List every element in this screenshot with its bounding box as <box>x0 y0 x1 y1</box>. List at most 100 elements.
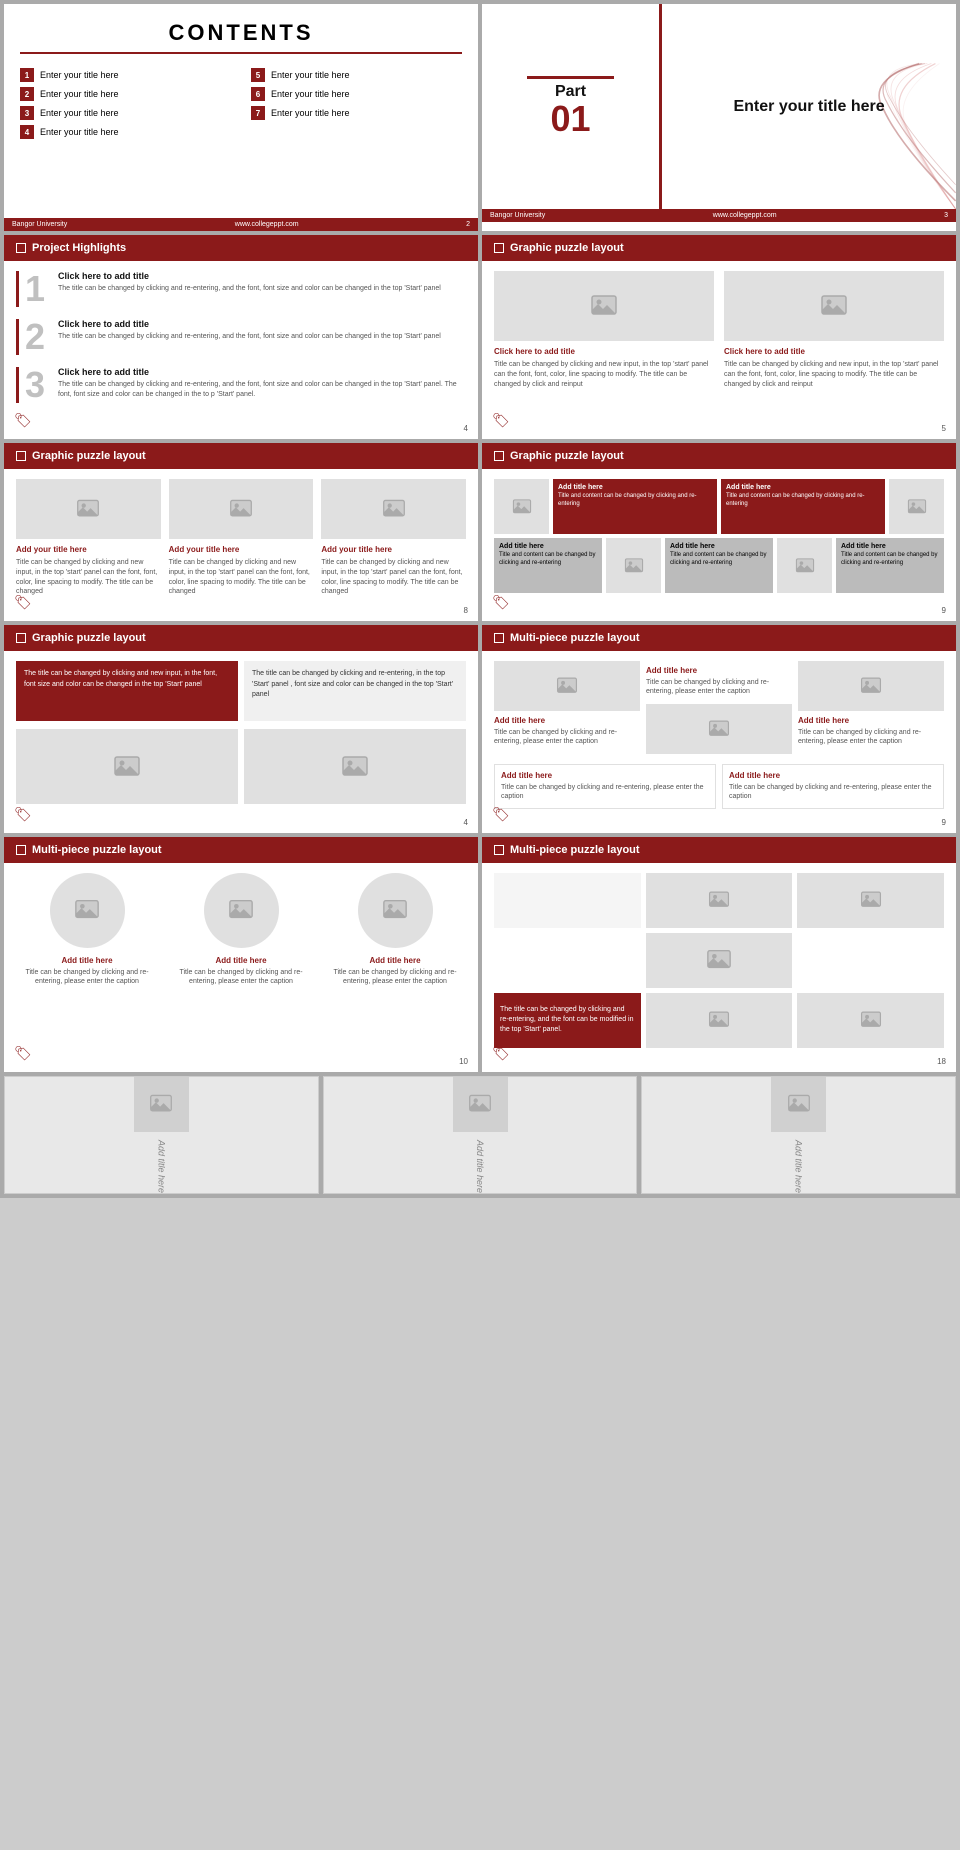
multi8-item-title-5[interactable]: Add title here <box>729 771 937 780</box>
highlight-item-desc-1: The title can be changed by clicking and… <box>58 284 466 294</box>
highlight-item-title-1[interactable]: Click here to add title <box>58 271 466 281</box>
contents-item-3[interactable]: 3 Enter your title here <box>20 106 231 120</box>
puzzle7-title[interactable]: Graphic puzzle layout <box>32 632 146 644</box>
contents-item-5[interactable]: 5 Enter your title here <box>251 68 462 82</box>
slide10-page: 18 <box>937 1057 946 1066</box>
contents-label-7[interactable]: Enter your title here <box>271 108 350 118</box>
puzzle3-item-title-3[interactable]: Add your title here <box>321 545 466 554</box>
puzzle6-img-tr[interactable] <box>889 479 944 534</box>
multi8-item-title-1[interactable]: Add title here <box>494 716 640 725</box>
puzzle6-cell-gray-2[interactable]: Add title here Title and content can be … <box>665 538 773 593</box>
multi8-item-title-2[interactable]: Add title here <box>646 666 792 675</box>
puzzle3-item-title-1[interactable]: Add your title here <box>16 545 161 554</box>
multi10-title[interactable]: Multi-piece puzzle layout <box>510 844 640 856</box>
contents-item-1[interactable]: 1 Enter your title here <box>20 68 231 82</box>
highlight-item-3[interactable]: 3 Click here to add title The title can … <box>16 367 466 403</box>
multi9-circle-3[interactable] <box>358 873 433 948</box>
tile1-img <box>134 1077 189 1132</box>
tile2-label[interactable]: Add title here <box>475 1140 485 1193</box>
multi8-item-desc-3: Title can be changed by clicking and re-… <box>798 728 944 746</box>
puzzle6-title[interactable]: Graphic puzzle layout <box>510 450 624 462</box>
contents-label-6[interactable]: Enter your title here <box>271 89 350 99</box>
puzzle6-dark-desc-2: Title and content can be changed by clic… <box>726 493 880 509</box>
puzzle6-img-bl[interactable] <box>606 538 661 593</box>
multi8-img-3[interactable] <box>798 661 944 711</box>
multi9-title[interactable]: Multi-piece puzzle layout <box>32 844 162 856</box>
multi10-img-top-1[interactable] <box>646 873 793 928</box>
puzzle7-text-dark[interactable]: The title can be changed by clicking and… <box>16 661 238 721</box>
contents-grid: 1 Enter your title here 2 Enter your tit… <box>20 68 462 144</box>
contents-num-2: 2 <box>20 87 34 101</box>
part-left-panel: Part 01 <box>482 4 662 209</box>
contents-label-1[interactable]: Enter your title here <box>40 70 119 80</box>
puzzle7-text-light[interactable]: The title can be changed by clicking and… <box>244 661 466 721</box>
puzzle6-cell-gray-3[interactable]: Add title here Title and content can be … <box>836 538 944 593</box>
puzzle2-title[interactable]: Graphic puzzle layout <box>510 242 624 254</box>
multi9-content: Add title here Title can be changed by c… <box>4 863 478 1010</box>
multi9-item-title-2[interactable]: Add title here <box>215 956 266 965</box>
tile1-label[interactable]: Add title here <box>156 1140 166 1193</box>
highlight-item-title-2[interactable]: Click here to add title <box>58 319 466 329</box>
puzzle3-item-title-2[interactable]: Add your title here <box>169 545 314 554</box>
bottom-tile-2[interactable]: Add title here <box>323 1076 638 1194</box>
multi8-content: Add title here Title can be changed by c… <box>482 651 956 832</box>
puzzle3-title[interactable]: Graphic puzzle layout <box>32 450 146 462</box>
multi9-circle-1[interactable] <box>50 873 125 948</box>
puzzle2-item-title-1[interactable]: Click here to add title <box>494 347 714 356</box>
contents-label-5[interactable]: Enter your title here <box>271 70 350 80</box>
multi8-item-title-3[interactable]: Add title here <box>798 716 944 725</box>
multi10-img-top-2[interactable] <box>797 873 944 928</box>
multi8-img-2[interactable] <box>646 704 792 754</box>
bottom-tile-3[interactable]: Add title here <box>641 1076 956 1194</box>
puzzle6-img-tl[interactable] <box>494 479 549 534</box>
highlight-num-2: 2 <box>16 319 48 355</box>
puzzle2-image-1[interactable] <box>494 271 714 341</box>
puzzle6-img-bm[interactable] <box>777 538 832 593</box>
highlights-title[interactable]: Project Highlights <box>32 242 126 254</box>
highlight-item-2[interactable]: 2 Click here to add title The title can … <box>16 319 466 355</box>
puzzle6-cell-gray-1[interactable]: Add title here Title and content can be … <box>494 538 602 593</box>
highlight-item-1[interactable]: 1 Click here to add title The title can … <box>16 271 466 307</box>
puzzle7-img-2[interactable] <box>244 729 466 804</box>
multi8-item-title-4[interactable]: Add title here <box>501 771 709 780</box>
multi10-caption-text: The title can be changed by clicking and… <box>500 1005 635 1034</box>
highlight-block-1: Click here to add title The title can be… <box>58 271 466 294</box>
multi9-item-title-1[interactable]: Add title here <box>61 956 112 965</box>
contents-item-4[interactable]: 4 Enter your title here <box>20 125 231 139</box>
puzzle3-image-3[interactable] <box>321 479 466 539</box>
multi8-img-1[interactable] <box>494 661 640 711</box>
part-number[interactable]: 01 <box>551 101 591 137</box>
part-title[interactable]: Enter your title here <box>733 98 884 116</box>
contents-title[interactable]: CONTENTS <box>20 20 462 54</box>
multi8-title[interactable]: Multi-piece puzzle layout <box>510 632 640 644</box>
contents-item-6[interactable]: 6 Enter your title here <box>251 87 462 101</box>
puzzle6-dark-title-1: Add title here <box>558 484 712 491</box>
multi9-item-title-3[interactable]: Add title here <box>369 956 420 965</box>
contents-label-3[interactable]: Enter your title here <box>40 108 119 118</box>
contents-label-4[interactable]: Enter your title here <box>40 127 119 137</box>
puzzle3-image-2[interactable] <box>169 479 314 539</box>
slide7-icon: 🏷 <box>14 806 32 823</box>
multi8-col3: Add title here Title can be changed by c… <box>798 661 944 754</box>
puzzle6-cell-dark-1[interactable]: Add title here Title and content can be … <box>553 479 717 534</box>
puzzle3-image-1[interactable] <box>16 479 161 539</box>
puzzle6-dark-title-2: Add title here <box>726 484 880 491</box>
slide4-page: 5 <box>942 424 946 433</box>
contents-item-7[interactable]: 7 Enter your title here <box>251 106 462 120</box>
puzzle2-item-title-2[interactable]: Click here to add title <box>724 347 944 356</box>
multi10-img-bottom-1[interactable] <box>646 993 793 1048</box>
multi10-img-center[interactable] <box>646 933 793 988</box>
checkbox7-icon <box>16 633 26 643</box>
slide10-icon: 🏷 <box>492 1045 510 1062</box>
multi10-caption-block[interactable]: The title can be changed by clicking and… <box>494 993 641 1048</box>
bottom-tile-1[interactable]: Add title here <box>4 1076 319 1194</box>
contents-label-2[interactable]: Enter your title here <box>40 89 119 99</box>
puzzle2-image-2[interactable] <box>724 271 944 341</box>
highlight-item-title-3[interactable]: Click here to add title <box>58 367 466 377</box>
tile3-label[interactable]: Add title here <box>794 1140 804 1193</box>
multi9-circle-2[interactable] <box>204 873 279 948</box>
multi10-img-bottom-2[interactable] <box>797 993 944 1048</box>
puzzle6-cell-dark-2[interactable]: Add title here Title and content can be … <box>721 479 885 534</box>
contents-item-2[interactable]: 2 Enter your title here <box>20 87 231 101</box>
puzzle7-img-1[interactable] <box>16 729 238 804</box>
